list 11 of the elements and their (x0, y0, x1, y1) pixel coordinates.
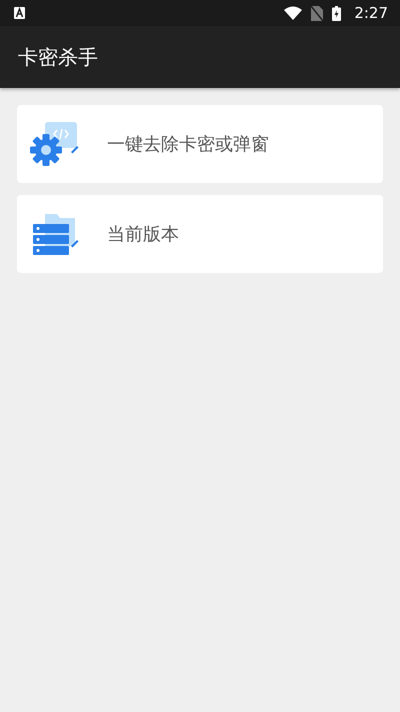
app-title: 卡密杀手 (18, 44, 98, 70)
menu-item-label: 当前版本 (107, 223, 179, 246)
battery-charging-icon (332, 6, 342, 20)
notification-icon (14, 7, 25, 19)
gear-icon (29, 120, 81, 168)
wifi-icon (284, 6, 302, 20)
menu-item[interactable]: 当前版本 (17, 195, 383, 273)
no-sim-icon (311, 6, 324, 20)
status-time: 2:27 (354, 4, 388, 22)
menu-item-label: 一键去除卡密或弹窗 (107, 133, 269, 156)
menu-item[interactable]: 一键去除卡密或弹窗 (17, 105, 383, 183)
